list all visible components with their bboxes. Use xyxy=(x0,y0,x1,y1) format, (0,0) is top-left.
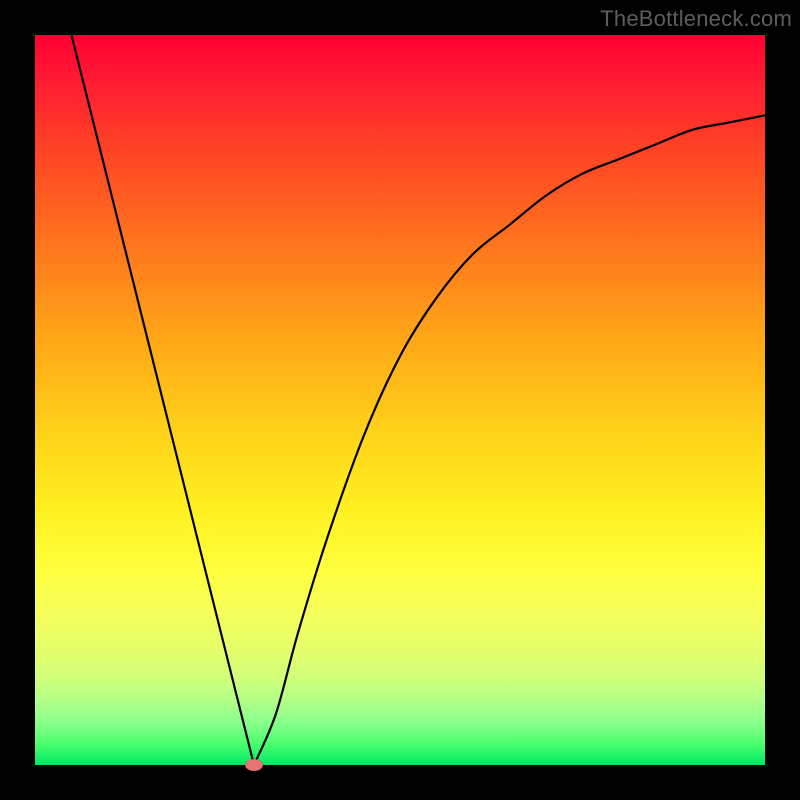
watermark-text: TheBottleneck.com xyxy=(600,6,792,32)
plot-area xyxy=(35,35,765,765)
chart-frame: TheBottleneck.com xyxy=(0,0,800,800)
balance-point-marker xyxy=(245,759,263,771)
bottleneck-curve xyxy=(35,35,765,765)
